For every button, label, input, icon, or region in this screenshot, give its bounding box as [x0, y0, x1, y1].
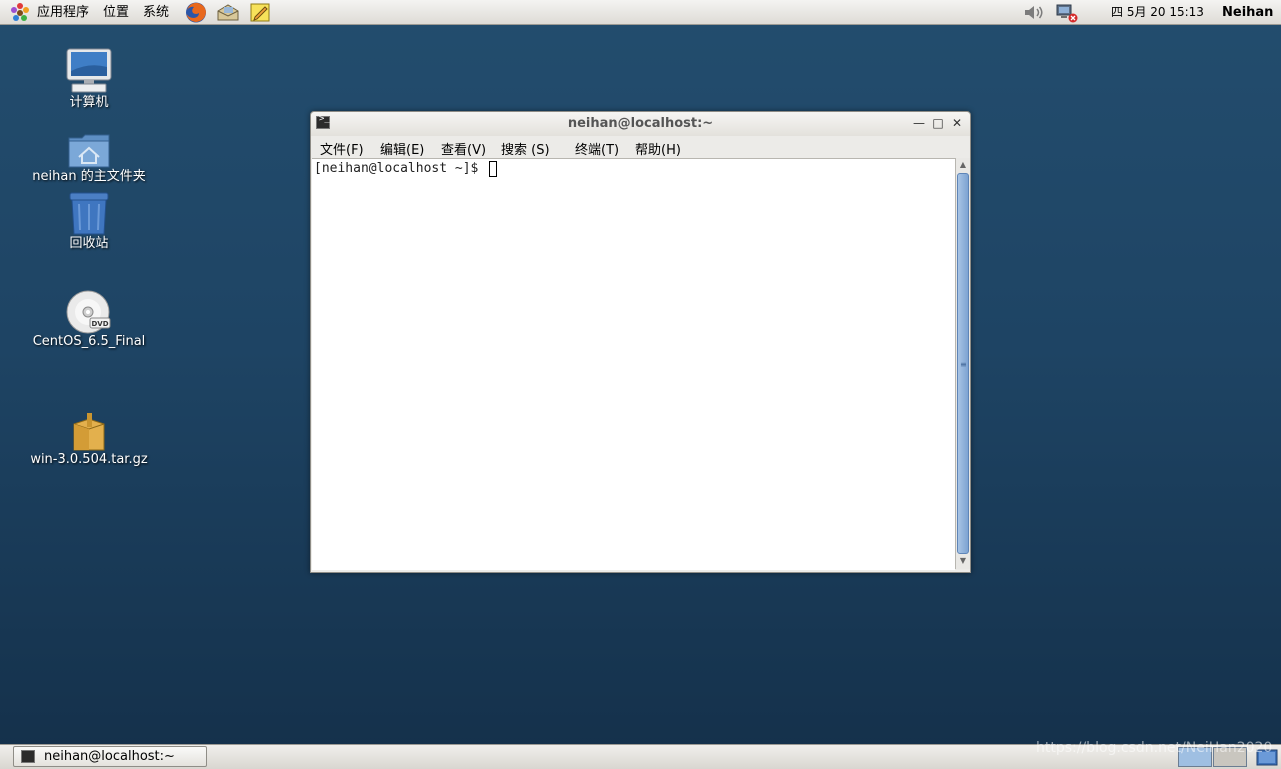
terminal-window[interactable]: >_ neihan@localhost:~ — □ ✕ 文件(F) 编辑(E) … [310, 111, 971, 573]
text-cursor [489, 161, 497, 177]
menu-edit[interactable]: 编辑(E) [380, 139, 424, 158]
window-title: neihan@localhost:~ [567, 116, 714, 131]
maximize-icon[interactable]: □ [930, 115, 946, 131]
close-icon[interactable]: ✕ [949, 115, 965, 131]
notes-icon[interactable] [249, 2, 271, 23]
taskbar-button-label: neihan@localhost:~ [44, 749, 175, 764]
computer-icon [66, 48, 112, 93]
terminal-text-area[interactable]: [neihan@localhost ~]$ [312, 158, 955, 570]
volume-icon[interactable] [1023, 4, 1045, 21]
scrollbar-thumb[interactable]: ≡ [957, 173, 969, 554]
scroll-down-icon[interactable]: ▼ [956, 554, 970, 568]
home-folder-icon [68, 134, 110, 168]
desktop-icon-label: 回收站 [69, 236, 109, 251]
gnome-foot-icon[interactable] [9, 2, 31, 23]
scroll-up-icon[interactable]: ▲ [956, 158, 970, 172]
vertical-scrollbar[interactable]: ▲ ≡ ▼ [955, 158, 970, 569]
desktop-icon-dvd[interactable]: DVD CentOS_6.5_Final [14, 290, 164, 350]
clock[interactable]: 四 5月 20 15:13 [1111, 0, 1204, 25]
menu-places[interactable]: 位置 [103, 0, 129, 25]
menu-applications[interactable]: 应用程序 [37, 0, 89, 25]
network-disconnected-icon[interactable] [1055, 3, 1079, 23]
grip-icon: ≡ [960, 360, 967, 369]
minimize-icon[interactable]: — [911, 115, 927, 131]
desktop-icon-trash[interactable]: 回收站 [14, 192, 164, 252]
svg-text:DVD: DVD [91, 320, 108, 328]
terminal-menubar: 文件(F) 编辑(E) 查看(V) 搜索 (S) 终端(T) 帮助(H) [311, 136, 970, 158]
desktop-icon-label: 计算机 [69, 95, 109, 110]
menu-search[interactable]: 搜索 (S) [501, 139, 550, 158]
menu-system[interactable]: 系统 [143, 0, 169, 25]
desktop-icon-label: win-3.0.504.tar.gz [30, 452, 148, 467]
mail-icon[interactable] [216, 2, 240, 23]
watermark-text: https://blog.csdn.net/NeiHan2020 [1036, 740, 1273, 756]
desktop-icon-home-folder[interactable]: neihan 的主文件夹 [14, 133, 164, 185]
menu-help[interactable]: 帮助(H) [635, 139, 681, 158]
desktop-icon-label: CentOS_6.5_Final [32, 334, 146, 349]
top-panel: 应用程序 位置 系统 四 5月 20 15:13 Neihan [0, 0, 1281, 25]
menu-file[interactable]: 文件(F) [320, 139, 364, 158]
archive-icon [73, 413, 105, 451]
desktop-icon-computer[interactable]: 计算机 [14, 47, 164, 111]
user-menu[interactable]: Neihan [1222, 0, 1273, 25]
window-titlebar[interactable]: >_ neihan@localhost:~ — □ ✕ [311, 112, 970, 136]
menu-view[interactable]: 查看(V) [441, 139, 486, 158]
shell-prompt: [neihan@localhost ~]$ [314, 161, 487, 176]
dvd-icon: DVD [66, 290, 111, 334]
firefox-icon[interactable] [184, 1, 208, 24]
trash-icon [69, 192, 109, 235]
desktop-icon-label: neihan 的主文件夹 [32, 169, 146, 184]
taskbar-button-terminal[interactable]: neihan@localhost:~ [13, 746, 207, 767]
menu-terminal[interactable]: 终端(T) [575, 139, 619, 158]
desktop-icon-archive[interactable]: win-3.0.504.tar.gz [14, 412, 164, 468]
terminal-app-icon [21, 750, 35, 763]
